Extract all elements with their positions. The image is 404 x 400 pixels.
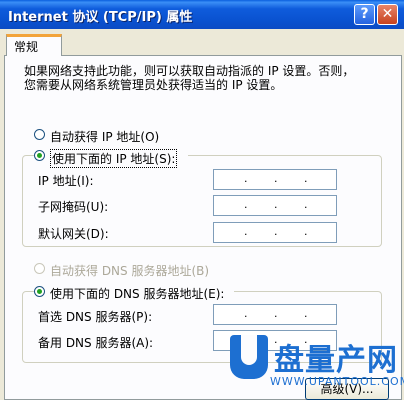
watermark-logo: 盘量产网 WWW.UPANTOOL.COM [230,335,404,393]
window-title: Internet 协议 (TCP/IP) 属性 [8,10,193,25]
subnet-mask-field[interactable]: ... [213,195,337,216]
preferred-dns-field[interactable]: ... [213,304,337,325]
watermark-url: WWW.UPANTOOL.COM [270,375,404,388]
ip-address-field[interactable]: ... [213,169,337,190]
intro-text: 如果网络支持此功能，则可以获取自动指派的 IP 设置。否则， 您需要从网络系统管… [24,64,394,92]
ip-address-label: IP 地址(I): [38,174,94,188]
tab-general-label: 常规 [14,40,39,54]
dns-manual-option[interactable]: 使用下面的 DNS 服务器地址(E): [34,285,234,301]
watermark-text: 盘量产网 [274,343,398,378]
ip-manual-label: 使用下面的 IP 地址(S): [50,149,178,168]
alternate-dns-label: 备用 DNS 服务器(A): [38,336,154,350]
default-gateway-field[interactable]: ... [213,222,337,243]
close-button[interactable]: ✕ [377,4,398,25]
help-button[interactable]: ? [354,4,375,25]
ip-manual-radio[interactable] [34,150,45,161]
u-logo-icon [230,335,268,379]
default-gateway-label: 默认网关(D): [38,227,109,241]
intro-line-2: 您需要从网络系统管理员处获得适当的 IP 设置。 [24,78,283,92]
ip-auto-label: 自动获得 IP 地址(O) [50,130,160,144]
subnet-mask-label: 子网掩码(U): [38,200,109,214]
preferred-dns-label: 首选 DNS 服务器(P): [38,310,153,324]
tab-general[interactable]: 常规 [6,34,62,56]
intro-line-1: 如果网络支持此功能，则可以获取自动指派的 IP 设置。否则， [24,64,355,78]
ip-auto-radio[interactable] [34,129,45,140]
title-bar: Internet 协议 (TCP/IP) 属性 ? ✕ [0,0,404,29]
dns-manual-radio[interactable] [34,286,45,297]
dns-auto-label: 自动获得 DNS 服务器地址(B) [50,264,210,278]
dns-manual-label: 使用下面的 DNS 服务器地址(E): [50,287,225,301]
ip-manual-option[interactable]: 使用下面的 IP 地址(S): [34,149,188,168]
dns-auto-radio[interactable] [34,263,45,274]
